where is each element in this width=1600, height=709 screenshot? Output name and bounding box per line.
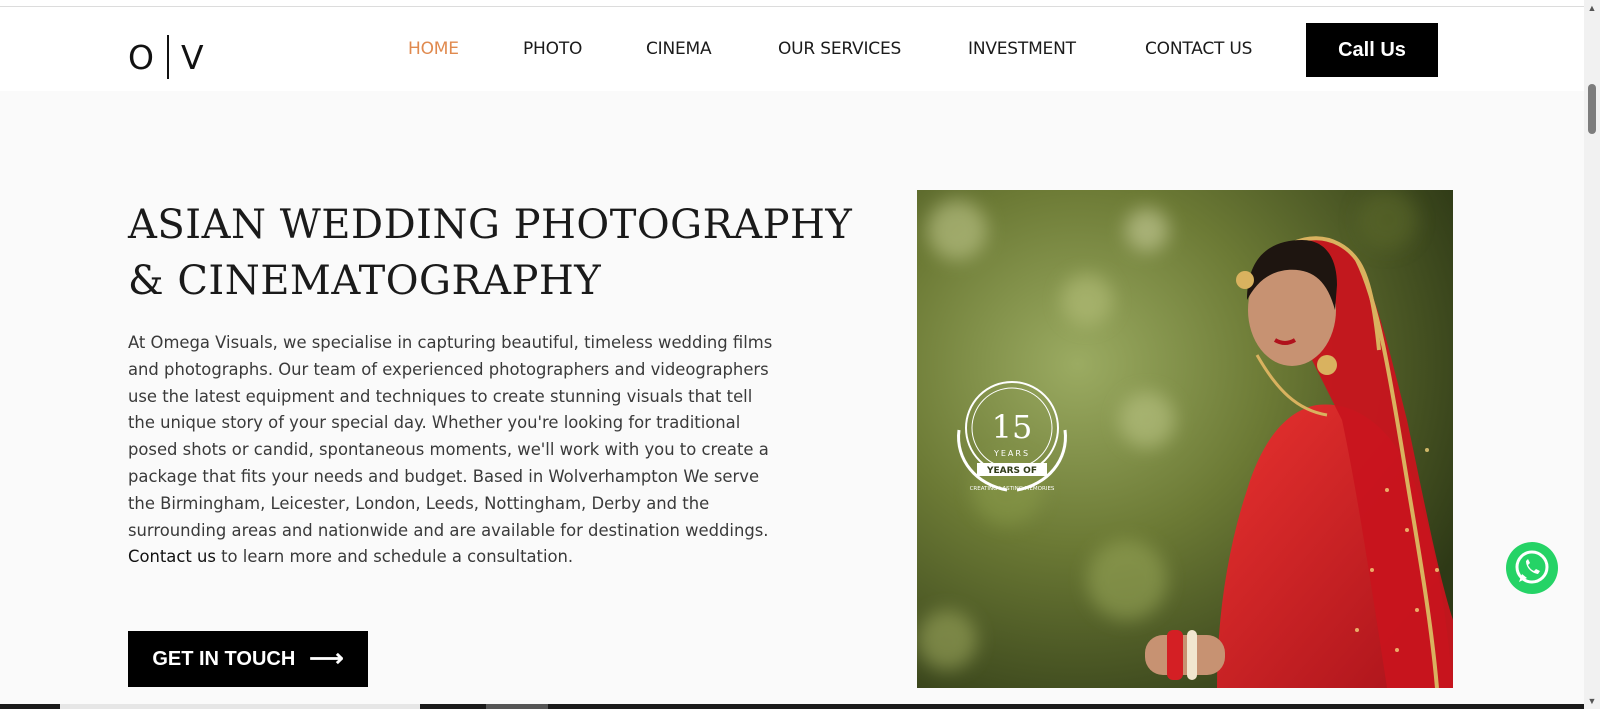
get-in-touch-button[interactable]: GET IN TOUCH ⟶ <box>128 631 368 687</box>
nav-investment[interactable]: INVESTMENT <box>968 39 1076 59</box>
scrollbar-thumb[interactable] <box>1588 84 1596 134</box>
logo-divider <box>166 35 169 79</box>
scroll-down-icon[interactable]: ▼ <box>1584 693 1600 709</box>
badge-ribbon-text: YEARS OF <box>986 466 1037 476</box>
arrow-right-icon: ⟶ <box>309 645 344 672</box>
nav-our-services[interactable]: OUR SERVICES <box>778 39 901 59</box>
site-logo[interactable]: O V <box>128 35 205 79</box>
nav-photo[interactable]: PHOTO <box>523 39 582 59</box>
call-us-button[interactable]: Call Us <box>1306 23 1438 77</box>
whatsapp-icon[interactable] <box>1505 541 1559 595</box>
intro-text: At Omega Visuals, we specialise in captu… <box>128 333 773 540</box>
intro-tail: to learn more and schedule a consultatio… <box>215 547 574 567</box>
fifteen-years-badge: 15 YEARS YEARS OF CREATING LASTING MEMOR… <box>957 381 1067 492</box>
bottom-edge-segment <box>486 704 548 709</box>
browser-top-edge <box>0 0 1584 7</box>
badge-tagline: CREATING LASTING MEMORIES <box>970 486 1055 492</box>
logo-letter-o: O <box>128 37 155 77</box>
logo-letter-v: V <box>180 37 205 77</box>
nav-home[interactable]: HOME <box>408 39 459 59</box>
get-in-touch-label: GET IN TOUCH <box>152 647 296 670</box>
site-header: O V HOME PHOTO CINEMA OUR SERVICES INVES… <box>0 7 1584 91</box>
bride-photo: 15 YEARS YEARS OF CREATING LASTING MEMOR… <box>917 190 1453 688</box>
hero-section: ASIAN WEDDING PHOTOGRAPHY & CINEMATOGRAP… <box>0 91 1584 709</box>
intro-paragraph: At Omega Visuals, we specialise in captu… <box>128 330 778 571</box>
bottom-edge <box>0 704 1584 709</box>
page-scrollbar[interactable]: ▲ ▼ <box>1584 0 1600 709</box>
page-title: ASIAN WEDDING PHOTOGRAPHY & CINEMATOGRAP… <box>128 202 853 304</box>
badge-number: 15 <box>992 408 1033 446</box>
nav-contact-us[interactable]: CONTACT US <box>1145 39 1252 59</box>
badge-years-small: YEARS <box>993 449 1030 458</box>
contact-us-link[interactable]: Contact us <box>128 547 216 566</box>
scroll-up-icon[interactable]: ▲ <box>1584 0 1600 16</box>
bottom-edge-segment <box>60 704 420 709</box>
nav-cinema[interactable]: CINEMA <box>646 39 712 59</box>
